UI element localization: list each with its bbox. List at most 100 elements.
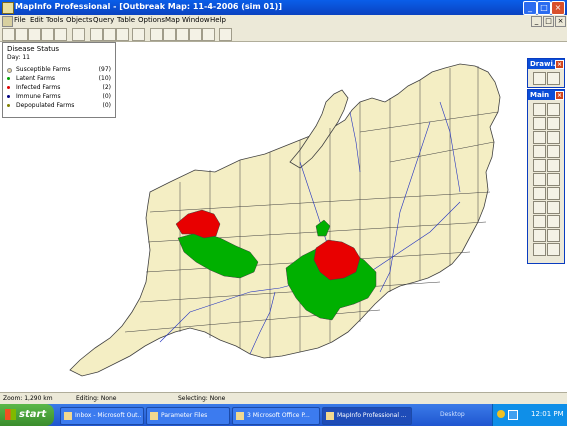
boundary-select-icon[interactable] xyxy=(533,131,546,144)
change-view-icon[interactable] xyxy=(533,173,546,186)
disease-status-legend: Disease Status Day: 11 Susceptible Farms… xyxy=(2,42,116,118)
editing-status: Editing: None xyxy=(76,395,117,402)
copy-icon[interactable] xyxy=(103,28,116,41)
redistrict-icon[interactable] xyxy=(202,28,215,41)
mapinfo-app-icon[interactable] xyxy=(2,2,14,14)
menu-table[interactable]: Table xyxy=(117,16,135,24)
cut-icon[interactable] xyxy=(90,28,103,41)
new-browser-icon[interactable] xyxy=(150,28,163,41)
unselect-all-icon[interactable] xyxy=(547,131,560,144)
paste-icon[interactable] xyxy=(116,28,129,41)
menu-edit[interactable]: Edit xyxy=(30,16,44,24)
open-workspace-icon[interactable] xyxy=(41,28,54,41)
minimize-button[interactable]: _ xyxy=(523,1,537,15)
menu-help[interactable]: Help xyxy=(210,16,226,24)
polyline-tool-icon[interactable] xyxy=(547,72,560,85)
menu-window[interactable]: Window xyxy=(182,16,210,24)
menu-query[interactable]: Query xyxy=(93,16,114,24)
menu-bar: File Edit Tools Objects Query Table Opti… xyxy=(0,15,567,27)
drag-map-window-icon[interactable] xyxy=(547,201,560,214)
start-button[interactable]: start xyxy=(0,404,54,426)
task-mapinfo[interactable]: MapInfo Professional ... xyxy=(322,407,412,425)
infected-swatch-icon xyxy=(7,86,10,89)
task-parameter-files[interactable]: Parameter Files xyxy=(146,407,230,425)
grabber-hand-icon[interactable] xyxy=(547,173,560,186)
new-grapher-icon[interactable] xyxy=(176,28,189,41)
window-title: MapInfo Professional - [Outbreak Map: 11… xyxy=(15,2,282,11)
undo-icon[interactable] xyxy=(132,28,145,41)
print-icon[interactable] xyxy=(72,28,85,41)
marquee-select-icon[interactable] xyxy=(547,103,560,116)
set-target-icon[interactable] xyxy=(547,243,560,256)
polygon-select-icon[interactable] xyxy=(547,117,560,130)
desktop-toolbar-label[interactable]: Desktop xyxy=(440,411,465,418)
title-bar: MapInfo Professional - [Outbreak Map: 11… xyxy=(0,0,567,15)
menu-map[interactable]: Map xyxy=(165,16,180,24)
zoom-status: Zoom: 1,290 km xyxy=(3,395,53,402)
menu-tools[interactable]: Tools xyxy=(46,16,63,24)
selecting-status: Selecting: None xyxy=(178,395,226,402)
invert-selection-icon[interactable] xyxy=(547,145,560,158)
select-arrow-icon[interactable] xyxy=(533,103,546,116)
graph-select-icon[interactable] xyxy=(533,145,546,158)
region-susceptible-main xyxy=(69,63,501,377)
menu-options[interactable]: Options xyxy=(138,16,165,24)
open-icon[interactable] xyxy=(15,28,28,41)
folder-icon xyxy=(150,412,158,420)
task-office-group[interactable]: 3 Microsoft Office P... xyxy=(232,407,320,425)
help-icon[interactable] xyxy=(219,28,232,41)
legend-title: Disease Status xyxy=(7,45,60,53)
drawing-toolbar: Drawi... × xyxy=(527,58,565,88)
standard-toolbar xyxy=(0,27,567,42)
doc-minimize-button[interactable]: _ xyxy=(531,16,542,27)
drawing-close-icon[interactable]: × xyxy=(555,60,564,69)
outlook-icon xyxy=(64,412,72,420)
clock[interactable]: 12:01 PM xyxy=(531,410,564,418)
ruler-icon[interactable] xyxy=(547,215,560,228)
legend-icon[interactable] xyxy=(533,229,546,242)
tray-app-icon[interactable] xyxy=(497,410,505,418)
legend-row-depopulated: Depopulated Farms (0) xyxy=(7,102,111,110)
drawing-toolbar-header: Drawi... × xyxy=(528,59,564,69)
mapinfo-icon xyxy=(326,412,334,420)
line-tool-icon[interactable] xyxy=(533,72,546,85)
main-toolbar-header: Main × xyxy=(528,90,564,100)
windows-logo-icon xyxy=(5,409,16,420)
clip-region-icon[interactable] xyxy=(533,243,546,256)
task-inbox-outlook[interactable]: Inbox - Microsoft Out... xyxy=(60,407,144,425)
main-toolbar: Main × xyxy=(527,89,565,264)
save-icon[interactable] xyxy=(54,28,67,41)
new-mapper-icon[interactable] xyxy=(163,28,176,41)
label-icon[interactable] xyxy=(533,201,546,214)
legend-row-immune: Immune Farms (0) xyxy=(7,93,111,101)
maximize-button[interactable]: □ xyxy=(537,1,551,15)
legend-row-infected: Infected Farms (2) xyxy=(7,84,111,92)
depopulated-swatch-icon xyxy=(7,104,10,107)
close-button[interactable]: × xyxy=(551,1,565,15)
open-table-icon[interactable] xyxy=(28,28,41,41)
immune-swatch-icon xyxy=(7,95,10,98)
windows-taskbar: start Inbox - Microsoft Out... Parameter… xyxy=(0,404,567,426)
tray-network-icon[interactable] xyxy=(508,410,518,420)
doc-restore-button[interactable]: □ xyxy=(543,16,554,27)
main-close-icon[interactable]: × xyxy=(555,91,564,100)
layer-control-icon[interactable] xyxy=(533,215,546,228)
zoom-out-icon[interactable] xyxy=(547,159,560,172)
legend-row-latent: Latent Farms (10) xyxy=(7,75,111,83)
doc-close-button[interactable]: × xyxy=(555,16,566,27)
system-tray: 12:01 PM xyxy=(492,404,567,426)
legend-day: Day: 11 xyxy=(7,54,30,61)
zoom-in-icon[interactable] xyxy=(533,159,546,172)
statistics-sigma-icon[interactable] xyxy=(547,229,560,242)
radius-select-icon[interactable] xyxy=(533,117,546,130)
new-icon[interactable] xyxy=(2,28,15,41)
susceptible-swatch-icon xyxy=(7,68,12,73)
hotlink-icon[interactable] xyxy=(547,187,560,200)
document-icon[interactable] xyxy=(2,16,13,27)
new-layout-icon[interactable] xyxy=(189,28,202,41)
menu-objects[interactable]: Objects xyxy=(66,16,92,24)
menu-file[interactable]: File xyxy=(14,16,26,24)
legend-row-susceptible: Susceptible Farms (97) xyxy=(7,66,111,74)
info-icon[interactable] xyxy=(533,187,546,200)
latent-swatch-icon xyxy=(7,77,10,80)
